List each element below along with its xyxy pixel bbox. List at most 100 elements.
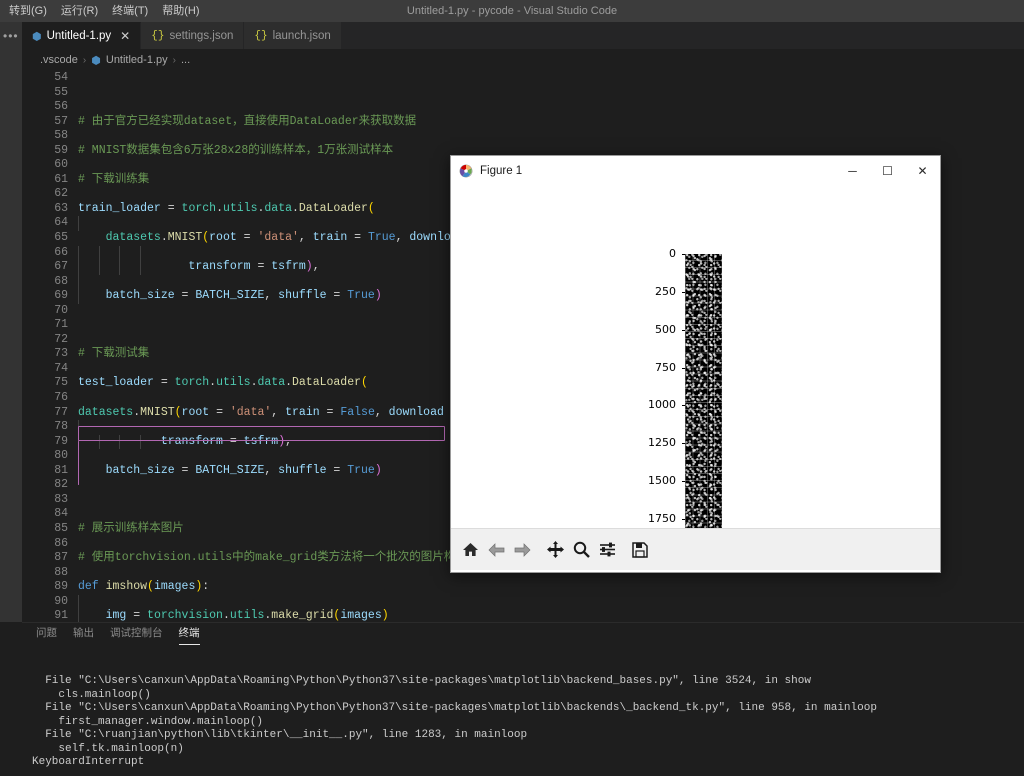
menu-item-goto[interactable]: 转到(G) [2,1,54,21]
code-line: 57 # 由于官方已经实现dataset，直接使用DataLoader来获取数据 [22,115,1024,130]
close-icon[interactable]: ✕ [905,156,940,186]
line-number: 69 [54,289,68,303]
breadcrumb-more[interactable]: ... [181,54,190,66]
zoom-magnifier-icon[interactable] [569,537,593,562]
matplotlib-icon [459,164,473,177]
code-text: transform = tsfrm), [188,260,320,274]
line-number: 65 [54,231,68,245]
indent-guide [78,245,79,261]
line-number: 84 [54,507,68,521]
code-text: def imshow(images): [78,580,210,594]
line-number: 79 [54,434,68,448]
y-axis-tick-mark [681,481,685,483]
line-number: 66 [54,245,68,259]
terminal-line: File "C:\ruanjian\python\lib\tkinter\__i… [32,729,528,741]
line-number: 61 [54,172,68,186]
y-axis-tick-mark [681,254,685,255]
minimize-icon[interactable]: ─ [835,156,870,186]
home-icon[interactable] [458,537,482,562]
forward-arrow-icon[interactable] [510,537,534,562]
terminal-line: File "C:\Users\canxun\AppData\Roaming\Py… [32,702,877,714]
breadcrumb: .vscode › ⬢ Untitled-1.py › ... [22,49,1024,71]
code-text: batch_size = BATCH_SIZE, shuffle = True) [105,289,382,303]
y-axis-tick-label: 250 [655,284,676,298]
breadcrumb-folder[interactable]: .vscode [40,54,78,66]
line-number: 71 [54,318,68,332]
y-axis-tick-label: 1500 [648,474,676,488]
code-text: test_loader = torch.utils.data.DataLoade… [78,376,368,390]
configure-subplots-icon[interactable] [595,537,619,562]
indent-guide [78,594,79,610]
maximize-icon[interactable]: ☐ [870,156,905,186]
figure-toolbar [451,528,940,570]
indent-guide [119,245,120,261]
line-number: 67 [54,260,68,274]
menu-item-terminal[interactable]: 终端(T) [105,1,155,21]
indent-guide [78,216,79,232]
line-number: 87 [54,551,68,565]
code-line: 55 [22,86,1024,101]
tab-label: launch.json [272,29,331,42]
code-text: # 展示训练样本图片 [78,521,184,535]
terminal-line: self.tk.mainloop(n) [32,742,184,755]
menu-item-help[interactable]: 帮助(H) [155,1,206,21]
title-bar: 转到(G) 运行(R) 终端(T) 帮助(H) Untitled-1.py - … [0,0,1024,22]
y-axis-tick-mark [681,405,685,407]
line-number: 82 [54,478,68,492]
line-number: 83 [54,492,68,506]
activity-overflow-icon[interactable]: ••• [3,30,19,42]
activity-bar: ••• [0,22,22,622]
indent-guide [98,245,100,261]
terminal-line: File "C:\Users\canxun\AppData\Roaming\Py… [32,675,811,687]
panel-tab-output[interactable]: 输出 [73,625,94,643]
code-text: # MNIST数据集包含6万张28x28的训练样本，1万张测试样本 [78,143,394,157]
line-number: 88 [54,565,68,579]
code-line: 54 [22,71,1024,86]
tab-launch-json[interactable]: {} launch.json [244,22,342,49]
close-icon[interactable]: ✕ [120,29,130,43]
code-line: 90 [22,594,1024,610]
panel-tab-debug-console[interactable]: 调试控制台 [110,625,163,643]
chevron-right-icon: › [82,54,87,66]
figure-canvas[interactable]: 02505007501000125015001750 0200 [451,186,940,528]
line-number: 55 [54,85,68,99]
code-text: # 下载训练集 [78,172,150,186]
panel-tab-problems[interactable]: 问题 [36,625,57,643]
matplotlib-figure-window[interactable]: Figure 1 ─ ☐ ✕ 0 250 500 750 1000 1250 1500 175… [450,155,941,573]
mnist-grid-image [685,254,722,528]
line-number: 63 [54,201,68,215]
panel-tab-terminal[interactable]: 终端 [178,625,200,645]
terminal-output[interactable]: File "C:\Users\canxun\AppData\Roaming\Py… [22,645,1024,776]
y-axis-tick-label: 1000 [648,398,676,412]
back-arrow-icon[interactable] [484,537,508,562]
bracket-match-highlight-2 [78,441,79,485]
line-number: 76 [54,391,68,405]
line-number: 80 [54,449,68,463]
tab-untitled-1-py[interactable]: ⬢ Untitled-1.py ✕ [22,22,142,49]
tab-label: settings.json [169,29,234,42]
breadcrumb-file[interactable]: Untitled-1.py [106,54,168,66]
line-number: 54 [54,71,68,84]
json-file-icon: {} [254,29,268,42]
figure-title-bar[interactable]: Figure 1 ─ ☐ ✕ [451,156,940,186]
line-number: 68 [54,274,68,288]
python-file-icon: ⬢ [32,30,42,43]
terminal-line: KeyboardInterrupt [32,756,145,768]
line-number: 60 [54,158,68,172]
code-line: 91 img = torchvision.utils.make_grid(ima… [22,609,1024,622]
menu-item-run[interactable]: 运行(R) [54,1,105,21]
line-number: 86 [54,536,68,550]
panel-tab-bar: 问题 输出 调试控制台 终端 [22,623,1024,645]
terminal-line: cls.mainloop() [32,688,151,701]
line-number: 85 [54,521,68,535]
tab-settings-json[interactable]: {} settings.json [141,22,245,49]
line-number: 77 [54,405,68,419]
y-axis-tick-mark [681,443,685,445]
indent-guide [78,274,79,290]
y-axis-tick-label: 0 [669,247,676,260]
y-axis-tick-label: 1250 [648,436,676,450]
line-number: 73 [54,347,68,361]
python-file-icon: ⬢ [91,54,101,67]
save-disk-icon[interactable] [628,537,652,562]
pan-move-icon[interactable] [543,537,567,562]
